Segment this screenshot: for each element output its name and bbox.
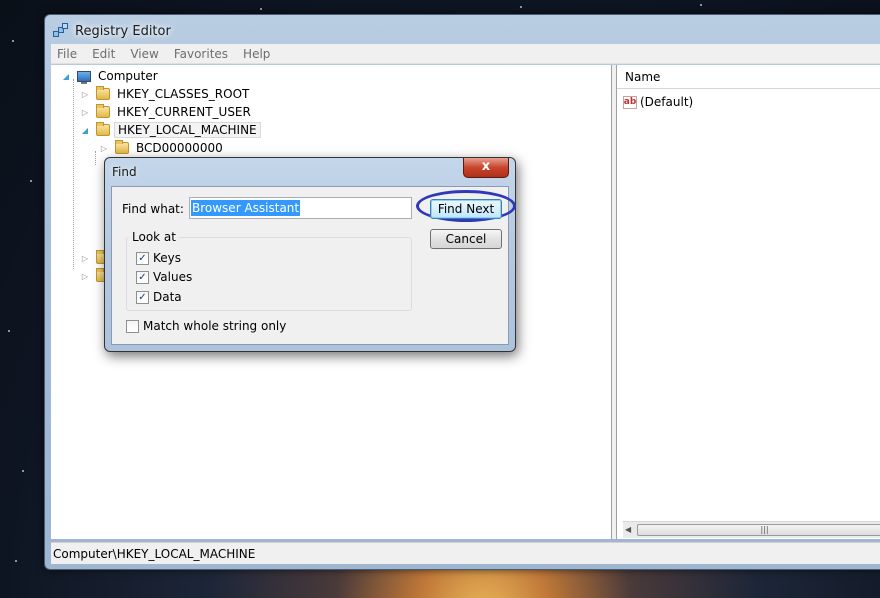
dialog-body: Find what: Browser Assistant Find Next C… [111, 186, 516, 345]
scroll-thumb[interactable]: ||| [637, 524, 880, 536]
find-what-label: Find what: [122, 202, 184, 216]
find-next-button[interactable]: Find Next [430, 199, 502, 219]
menu-favorites[interactable]: Favorites [174, 47, 228, 61]
close-button[interactable]: x [463, 158, 509, 178]
keys-checkbox-row[interactable]: ✓ Keys [136, 251, 181, 265]
data-checkbox[interactable]: ✓ [136, 290, 149, 304]
folder-icon [96, 86, 110, 100]
title-bar: Registry Editor [53, 20, 171, 42]
folder-icon [96, 122, 110, 136]
menu-edit[interactable]: Edit [92, 47, 115, 61]
values-list[interactable]: Name ab (Default) ◀ ||| [616, 65, 880, 539]
close-icon: x [481, 159, 491, 174]
expand-arrow-icon[interactable]: ▷ [80, 253, 90, 263]
tree-item-label: Computer [98, 69, 158, 83]
computer-icon [77, 70, 91, 84]
tree-item-label: HKEY_LOCAL_MACHINE [114, 122, 261, 138]
cancel-label: Cancel [445, 232, 487, 246]
column-header-name[interactable]: Name [617, 65, 880, 89]
find-what-input[interactable]: Browser Assistant [189, 197, 412, 219]
keys-label: Keys [153, 251, 182, 265]
collapse-arrow-icon[interactable]: ◢ [61, 71, 71, 81]
value-name: (Default) [640, 95, 694, 109]
values-checkbox[interactable]: ✓ [136, 270, 149, 284]
menu-view[interactable]: View [130, 47, 158, 61]
tree-item-label: HKEY_CLASSES_ROOT [117, 87, 250, 101]
string-value-icon: ab [623, 95, 637, 109]
menu-file[interactable]: File [57, 47, 77, 61]
status-bar: Computer\HKEY_LOCAL_MACHINE [51, 542, 880, 564]
tree-item-bcd00000000[interactable]: ▷ BCD00000000 [99, 139, 226, 157]
status-path: Computer\HKEY_LOCAL_MACHINE [53, 546, 256, 561]
match-whole-string-row[interactable]: Match whole string only [126, 319, 286, 333]
dialog-title: Find [112, 165, 137, 179]
find-dialog: Find x Find what: Browser Assistant Find… [104, 157, 516, 352]
find-next-label: Find Next [437, 202, 495, 216]
registry-editor-icon [53, 23, 69, 39]
expand-arrow-icon[interactable]: ▷ [80, 89, 90, 99]
list-item[interactable]: ab (Default) [617, 93, 880, 111]
folder-icon [96, 104, 110, 118]
scroll-left-icon[interactable]: ◀ [625, 525, 631, 534]
tree-item-label: BCD00000000 [136, 141, 223, 155]
look-at-label: Look at [129, 230, 179, 244]
tree-item-computer[interactable]: ◢ Computer [61, 67, 161, 85]
tree-item-label: HKEY_CURRENT_USER [117, 105, 251, 119]
keys-checkbox[interactable]: ✓ [136, 251, 149, 265]
folder-icon [115, 140, 129, 154]
match-whole-string-checkbox[interactable] [126, 319, 139, 333]
expand-arrow-icon[interactable]: ▷ [80, 271, 90, 281]
match-whole-string-label: Match whole string only [143, 319, 287, 333]
values-checkbox-row[interactable]: ✓ Values [136, 270, 192, 284]
data-label: Data [153, 290, 182, 304]
tree-item-hkey-local-machine[interactable]: ◢ HKEY_LOCAL_MACHINE [80, 121, 261, 139]
expand-arrow-icon[interactable]: ▷ [80, 107, 90, 117]
data-checkbox-row[interactable]: ✓ Data [136, 290, 182, 304]
find-what-value: Browser Assistant [191, 200, 301, 216]
collapse-arrow-icon[interactable]: ◢ [80, 125, 90, 135]
menu-bar: File Edit View Favorites Help [51, 44, 880, 64]
values-label: Values [153, 270, 193, 284]
tree-item-hkey-classes-root[interactable]: ▷ HKEY_CLASSES_ROOT [80, 85, 252, 103]
tree-item-hkey-current-user[interactable]: ▷ HKEY_CURRENT_USER [80, 103, 254, 121]
cancel-button[interactable]: Cancel [430, 229, 502, 249]
horizontal-scrollbar[interactable]: ◀ ||| [623, 521, 880, 538]
expand-arrow-icon[interactable]: ▷ [99, 143, 109, 153]
menu-help[interactable]: Help [243, 47, 270, 61]
column-header-label: Name [625, 69, 661, 84]
window-title: Registry Editor [75, 23, 171, 39]
